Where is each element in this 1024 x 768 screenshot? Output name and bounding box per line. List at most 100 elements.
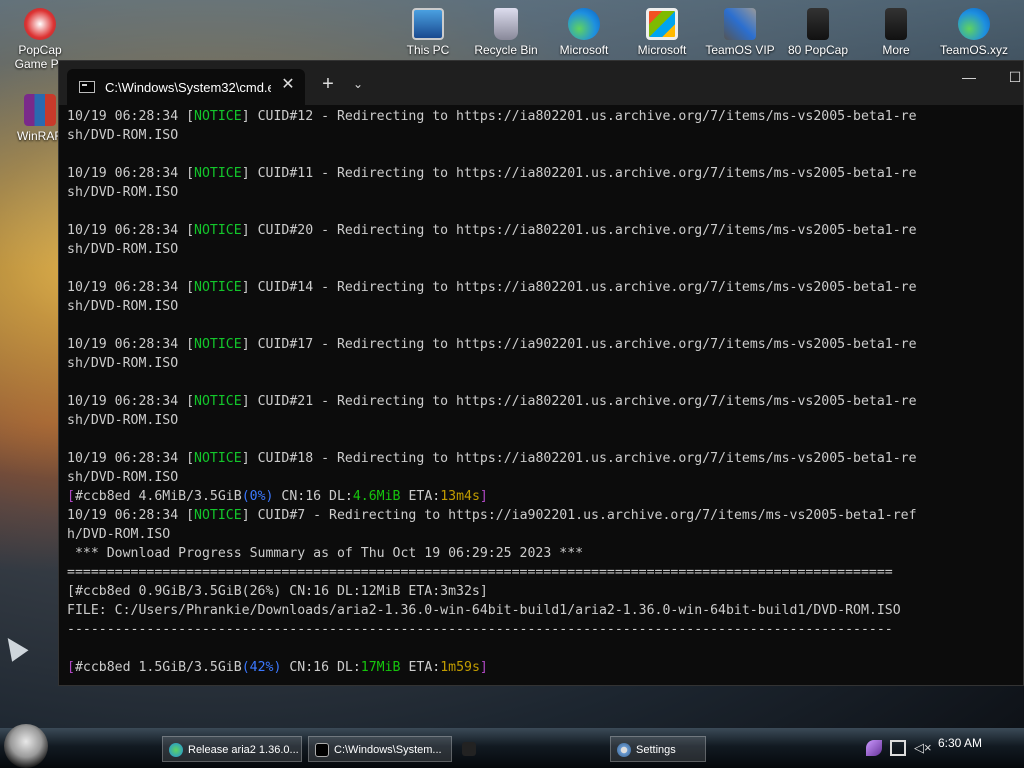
console-text: CN:16 DL: xyxy=(273,489,353,504)
terminal-titlebar[interactable]: C:\Windows\System32\cmd.e ✕ + ⌄ — ☐ xyxy=(59,61,1023,105)
start-button[interactable] xyxy=(4,724,48,768)
edge-logo-icon xyxy=(568,8,600,40)
desktop-icon-label: 80 PopCap xyxy=(787,43,849,57)
store-bag-icon xyxy=(646,8,678,40)
taskbar-settings[interactable]: Settings xyxy=(610,736,706,762)
console-text: ----------------------------------------… xyxy=(67,622,893,637)
console-dl-text: 17MiB xyxy=(360,660,401,675)
more-icon[interactable]: More xyxy=(858,8,934,57)
console-text: ] CUID#21 - Redirecting to https://ia802… xyxy=(241,394,917,409)
console-brk-text: [ xyxy=(67,489,75,504)
console-line: sh/DVD-ROM.ISO xyxy=(67,126,1024,145)
console-eta-text: 1m59s xyxy=(440,660,480,675)
console-pct-text: (42%) xyxy=(241,660,282,675)
feather-icon[interactable] xyxy=(866,740,882,756)
console-text: sh/DVD-ROM.ISO xyxy=(67,242,179,257)
console-brk-text: [ xyxy=(67,660,75,675)
console-output[interactable]: 10/19 06:28:34 [NOTICE] CUID#12 - Redire… xyxy=(67,107,1024,681)
console-notice-text: NOTICE xyxy=(194,508,242,523)
console-text: ] CUID#12 - Redirecting to https://ia802… xyxy=(241,109,917,124)
new-tab-button[interactable]: + xyxy=(317,73,339,95)
teamos-xyz-icon[interactable]: TeamOS.xyz xyxy=(936,8,1012,57)
console-text: ] CUID#7 - Redirecting to https://ia9022… xyxy=(241,508,917,523)
console-text: *** Download Progress Summary as of Thu … xyxy=(67,546,584,561)
console-text: sh/DVD-ROM.ISO xyxy=(67,128,179,143)
console-notice-text: NOTICE xyxy=(194,451,242,466)
desktop-icon-label: Microsoft xyxy=(637,43,687,57)
console-line: 10/19 06:28:34 [NOTICE] CUID#21 - Redire… xyxy=(67,392,1024,411)
volume-muted-icon[interactable]: ◁× xyxy=(914,740,932,756)
console-text: 10/19 06:28:34 [ xyxy=(67,451,195,466)
console-text: FILE: C:/Users/Phrankie/Downloads/aria2-… xyxy=(67,603,901,618)
console-line: FILE: C:/Users/Phrankie/Downloads/aria2-… xyxy=(67,601,1024,620)
folder-dark-icon xyxy=(885,8,907,40)
maximize-button[interactable]: ☐ xyxy=(1005,69,1024,89)
console-text: h/DVD-ROM.ISO xyxy=(67,527,171,542)
desktop-icon-label: TeamOS VIP xyxy=(705,43,775,57)
console-notice-text: NOTICE xyxy=(194,109,242,124)
console-text: 10/19 06:28:34 [ xyxy=(67,280,195,295)
console-line: sh/DVD-ROM.ISO xyxy=(67,297,1024,316)
teamos-vip-icon[interactable]: TeamOS VIP xyxy=(702,8,778,57)
console-notice-text: NOTICE xyxy=(194,166,242,181)
desktop-icon-label: Microsoft xyxy=(559,43,609,57)
microsoft-edge-icon[interactable]: Microsoft xyxy=(546,8,622,57)
console-notice-text: NOTICE xyxy=(194,337,242,352)
console-text: 10/19 06:28:34 [ xyxy=(67,166,195,181)
network-icon[interactable] xyxy=(890,740,906,756)
recycle-bin-icon[interactable]: Recycle Bin xyxy=(468,8,544,57)
console-line: sh/DVD-ROM.ISO xyxy=(67,468,1024,487)
console-line: *** Download Progress Summary as of Thu … xyxy=(67,544,1024,563)
console-line: 10/19 06:28:34 [NOTICE] CUID#12 - Redire… xyxy=(67,107,1024,126)
tab-title: C:\Windows\System32\cmd.e xyxy=(105,80,271,95)
taskbar-app-icon[interactable] xyxy=(462,736,482,762)
desktop-icon-label: Recycle Bin xyxy=(474,43,538,57)
console-notice-text: NOTICE xyxy=(194,223,242,238)
console-text: sh/DVD-ROM.ISO xyxy=(67,185,179,200)
gear-icon xyxy=(617,743,631,758)
console-text: #ccb8ed 4.6MiB/3.5GiB xyxy=(74,489,242,504)
console-text: 10/19 06:28:34 [ xyxy=(67,394,195,409)
console-text: 10/19 06:28:34 [ xyxy=(67,508,195,523)
this-pc-icon[interactable]: This PC xyxy=(390,8,466,57)
console-line: [#ccb8ed 4.6MiB/3.5GiB(0%) CN:16 DL:4.6M… xyxy=(67,487,1024,506)
console-dl-text: 4.6MiB xyxy=(352,489,401,504)
terminal-tab[interactable]: C:\Windows\System32\cmd.e ✕ xyxy=(67,69,305,105)
console-brk-text: ] xyxy=(479,660,488,675)
80-popcap-icon[interactable]: 80 PopCap xyxy=(780,8,856,57)
trash-can-icon xyxy=(494,8,518,40)
taskbar: Release aria2 1.36.0... C:\Windows\Syste… xyxy=(0,724,1024,768)
taskbar-button-label: C:\Windows\System... xyxy=(334,744,442,756)
minimize-button[interactable]: — xyxy=(959,69,979,89)
taskbar-cmd-window[interactable]: C:\Windows\System... xyxy=(308,736,452,762)
close-tab-icon[interactable]: ✕ xyxy=(279,76,297,94)
desktop-icon-label: More xyxy=(882,43,910,57)
app-icon xyxy=(462,742,476,757)
console-notice-text: NOTICE xyxy=(194,280,242,295)
console-notice-text: NOTICE xyxy=(194,394,242,409)
edge-logo-icon xyxy=(169,743,183,758)
console-text: ========================================… xyxy=(67,565,893,580)
console-line: sh/DVD-ROM.ISO xyxy=(67,183,1024,202)
console-text: sh/DVD-ROM.ISO xyxy=(67,299,179,314)
console-line: 10/19 06:28:34 [NOTICE] CUID#18 - Redire… xyxy=(67,449,1024,468)
console-text: 10/19 06:28:34 [ xyxy=(67,109,195,124)
console-line: ========================================… xyxy=(67,563,1024,582)
terminal-window[interactable]: C:\Windows\System32\cmd.e ✕ + ⌄ — ☐ 10/1… xyxy=(58,60,1024,686)
console-line: h/DVD-ROM.ISO xyxy=(67,525,1024,544)
edge-logo-icon xyxy=(958,8,990,40)
console-line: [#ccb8ed 1.5GiB/3.5GiB(42%) CN:16 DL:17M… xyxy=(67,658,1024,677)
winrar-books-icon xyxy=(24,94,56,126)
console-text: ] CUID#14 - Redirecting to https://ia802… xyxy=(241,280,917,295)
taskbar-edge-release-aria2[interactable]: Release aria2 1.36.0... xyxy=(162,736,302,762)
console-line: 10/19 06:28:34 [NOTICE] CUID#14 - Redire… xyxy=(67,278,1024,297)
microsoft-store-icon[interactable]: Microsoft xyxy=(624,8,700,57)
chevron-down-icon[interactable]: ⌄ xyxy=(349,75,367,93)
console-text: CN:16 DL: xyxy=(281,660,361,675)
console-text: ] CUID#17 - Redirecting to https://ia902… xyxy=(241,337,917,352)
taskbar-clock[interactable]: 6:30 AM xyxy=(938,736,982,750)
